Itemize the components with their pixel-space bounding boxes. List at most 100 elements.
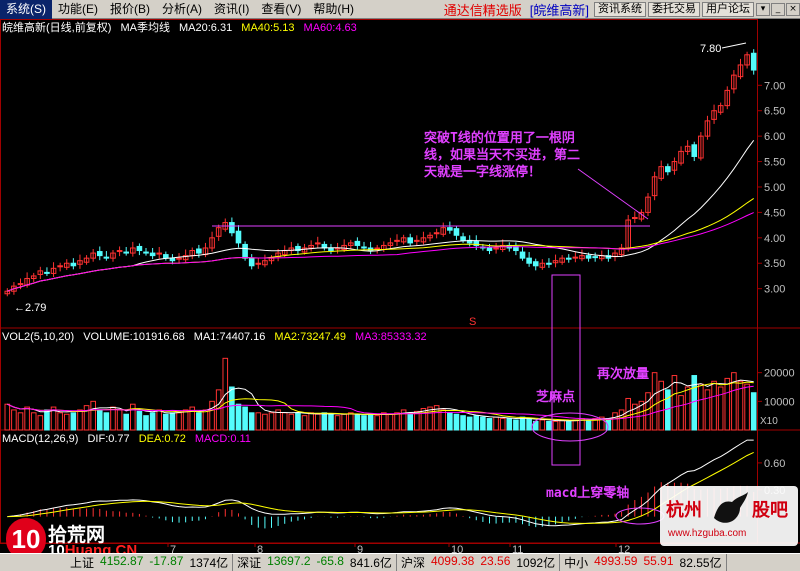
status-sh[interactable]: 上证 4152.87 -17.87 1374亿	[0, 554, 234, 571]
info-system-button[interactable]: 资讯系统	[594, 1, 646, 17]
menu-quote[interactable]: 报价(B)	[104, 0, 156, 19]
menu-system[interactable]: 系统(S)	[0, 0, 52, 19]
volume-unit: X10	[760, 416, 778, 427]
volume-bar	[248, 412, 255, 431]
ma60-value: MA60:4.63	[303, 22, 357, 34]
price-tick-label: 6.00	[764, 131, 785, 143]
volume-bar	[110, 406, 116, 431]
volume-bar	[526, 418, 532, 431]
volume-bar	[466, 416, 473, 431]
candle-body	[149, 252, 156, 257]
candle-body	[354, 240, 361, 246]
candle-body	[196, 248, 202, 254]
sh-change: -17.87	[149, 554, 184, 568]
menu-help[interactable]: 帮助(H)	[307, 0, 360, 19]
volume-bar	[116, 409, 123, 431]
close-icon[interactable]: ×	[786, 2, 800, 16]
volume-bar	[612, 412, 618, 431]
vol-value: VOLUME:101916.68	[83, 331, 185, 343]
volume-bar	[301, 415, 308, 431]
volume-bar	[367, 413, 374, 431]
candle-body	[96, 251, 103, 257]
menu-info[interactable]: 资讯(I)	[208, 0, 255, 19]
stock-title: [皖维高新]	[529, 2, 589, 18]
annotation-line-1: 突破T线的位置用了一根阴	[424, 131, 575, 146]
status-sz[interactable]: 深证 13697.2 -65.8 841.6亿	[233, 554, 397, 571]
volume-bar	[407, 412, 414, 431]
price-legend: 皖维高新(日线,前复权) MA季均线 MA20:6.31 MA40:5.13 M…	[2, 21, 363, 35]
ma20-value: MA20:6.31	[179, 22, 233, 34]
volume-bar	[724, 377, 731, 431]
price-tick-label: 4.00	[764, 233, 785, 245]
candle-body	[70, 262, 77, 267]
price-title: 皖维高新(日线,前复权)	[2, 22, 112, 34]
sesame-annotation: 芝麻点	[536, 390, 576, 405]
macd-value: MACD:0.11	[194, 433, 251, 445]
xaxis-label: 8	[257, 544, 263, 553]
vol-title: VOL2(5,10,20)	[2, 331, 75, 343]
volume-bar	[37, 415, 44, 431]
volume-bar	[539, 419, 546, 431]
volume-bar	[684, 386, 691, 431]
volume-bar	[30, 412, 37, 431]
breakout-annotation: 突破T线的位置用了一根阴 线，如果当天不买进，第二 天就是一字线涨停！	[424, 130, 664, 181]
volume-bar	[744, 383, 750, 431]
candle-body	[453, 228, 460, 236]
price-tick-label: 7.00	[764, 80, 785, 92]
menu-view[interactable]: 查看(V)	[255, 0, 307, 19]
candle-body	[361, 246, 367, 249]
candle-body	[407, 237, 414, 244]
volume-bar	[678, 395, 684, 431]
menu-function[interactable]: 功能(E)	[52, 0, 104, 19]
candle-body	[44, 271, 50, 274]
sz-value: 13697.2	[267, 554, 311, 568]
volume-bar	[546, 420, 552, 431]
volume-bar	[268, 412, 275, 431]
restore-icon[interactable]: ▾	[756, 2, 770, 16]
candle-body	[460, 236, 466, 241]
zx-name: 中小	[564, 556, 589, 570]
chart-frame	[0, 19, 758, 544]
volume-bar	[572, 419, 579, 431]
sz-name: 深证	[237, 556, 262, 570]
candle-body	[248, 257, 255, 267]
volume-bar	[4, 403, 11, 431]
macd-cross-annotation: macd上穿零轴	[546, 486, 630, 501]
volume-bar	[77, 409, 83, 431]
trade-button[interactable]: 委托交易	[648, 1, 700, 17]
high-label: 7.80	[700, 43, 721, 55]
volume-bar	[334, 415, 341, 431]
candle-body	[665, 166, 671, 173]
volume-bar	[57, 412, 63, 431]
volume-bar	[361, 415, 367, 431]
menu-analysis[interactable]: 分析(A)	[156, 0, 208, 19]
volume-bar	[149, 412, 156, 431]
volume-bar	[347, 412, 354, 431]
volume-bar	[182, 409, 189, 431]
minimize-icon[interactable]: _	[771, 2, 785, 16]
status-hs[interactable]: 沪深 4099.38 23.56 1092亿	[397, 554, 561, 571]
candle-body	[691, 144, 698, 157]
status-zx[interactable]: 中小 4993.59 55.91 82.55亿	[560, 554, 727, 571]
forum-button[interactable]: 用户论坛	[702, 1, 754, 17]
candle-body	[519, 251, 526, 259]
volume-bar	[499, 418, 506, 431]
menu-bar: 系统(S) 功能(E) 报价(B) 分析(A) 资讯(I) 查看(V) 帮助(H…	[0, 0, 800, 19]
price-tick-label: 3.00	[764, 284, 785, 296]
volume-bar	[202, 409, 209, 431]
volume-bar	[262, 413, 268, 431]
volume-bar	[295, 412, 301, 431]
volume-bar	[341, 413, 347, 431]
zx-value: 4993.59	[594, 554, 638, 568]
volume-bar	[473, 415, 480, 431]
candle-body	[169, 257, 176, 262]
candle-body	[242, 243, 248, 259]
candle-body	[592, 256, 598, 259]
volume-bar	[156, 409, 163, 431]
kline-chart[interactable]: 7.00 6.50 6.00 5.50 5.00 4.50 4.00 3.50 3.00 7.80…	[0, 19, 800, 553]
hs-amount: 1092亿	[516, 556, 556, 570]
candle-body	[526, 257, 532, 264]
chart-area[interactable]: 7.00 6.50 6.00 5.50 5.00 4.50 4.00 3.50 3.00 7.80…	[0, 19, 800, 553]
volume-bar	[176, 412, 182, 431]
volume-bar	[63, 413, 70, 431]
